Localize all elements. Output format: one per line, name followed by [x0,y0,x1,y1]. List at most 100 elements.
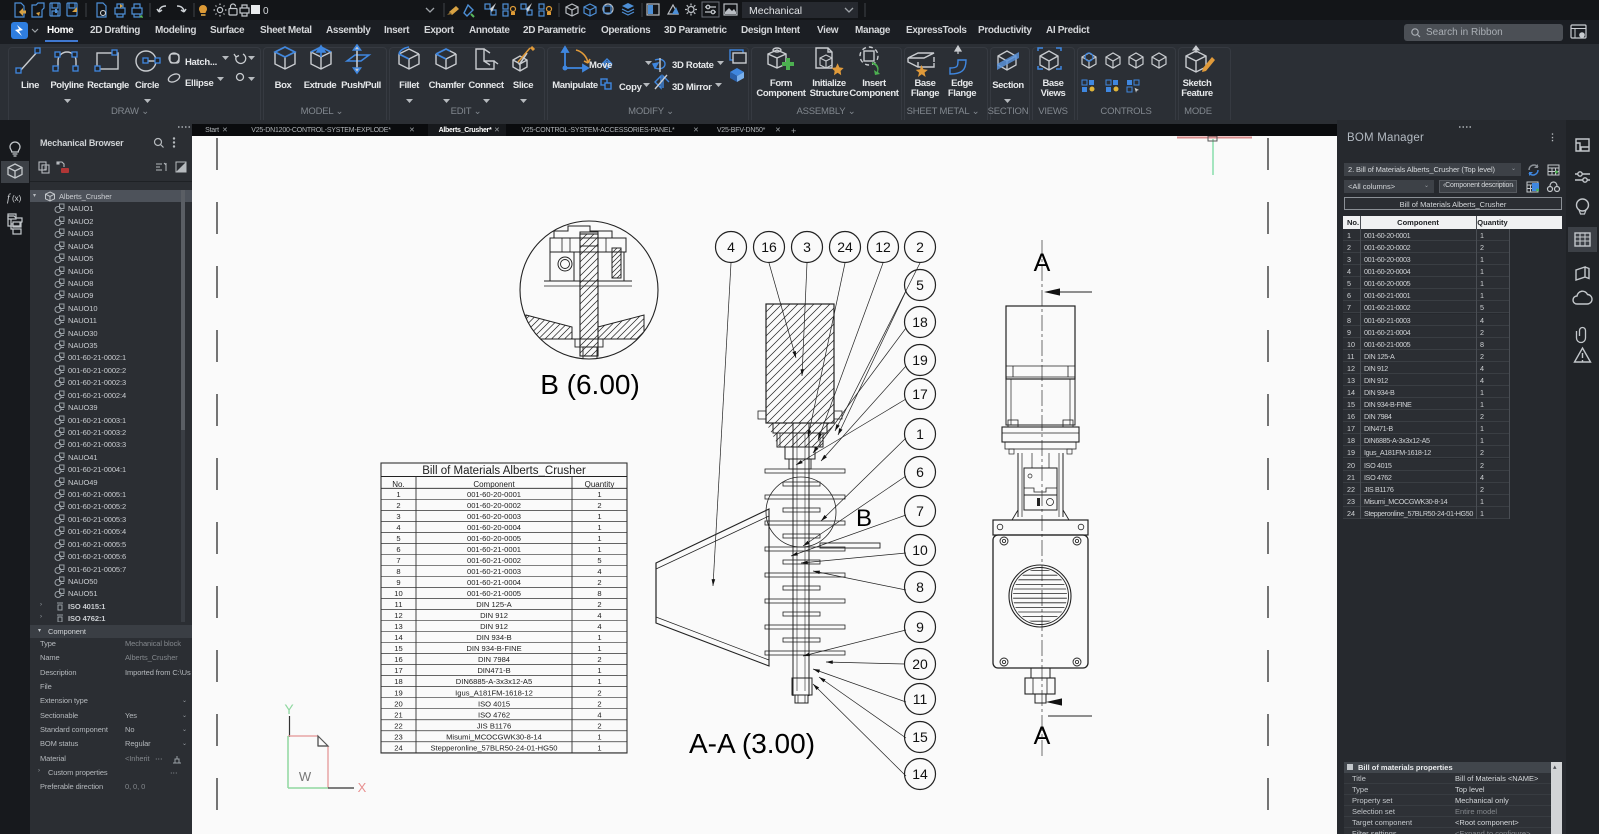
svg-text:Mechanical: Mechanical [749,5,802,17]
svg-text:DIN 912: DIN 912 [480,611,508,620]
svg-text:8: 8 [597,589,601,598]
svg-text:15: 15 [394,644,402,653]
svg-text:13: 13 [394,622,402,631]
svg-text:11: 11 [395,600,403,609]
svg-text:B (6.00): B (6.00) [540,369,640,400]
svg-text:1: 1 [597,743,601,752]
svg-text:10: 10 [394,589,402,598]
svg-text:A: A [1034,249,1051,277]
svg-text:4: 4 [597,611,601,620]
svg-text:1: 1 [597,490,601,499]
svg-text:ISO 4015: ISO 4015 [478,699,510,708]
svg-text:17: 17 [394,666,402,675]
svg-text:11: 11 [913,691,928,707]
svg-text:14: 14 [394,633,402,642]
svg-text:19: 19 [394,688,402,697]
svg-text:Stepperonline_57BLR50-24-01-HG: Stepperonline_57BLR50-24-01-HG50 [430,743,557,752]
svg-text:17: 17 [912,386,928,402]
svg-text:1: 1 [597,677,601,686]
svg-text:0: 0 [263,6,269,17]
svg-text:1: 1 [396,490,400,499]
svg-text:2: 2 [597,721,601,730]
svg-text:8: 8 [916,579,924,595]
svg-text:21: 21 [394,710,402,719]
svg-text:6: 6 [916,464,924,480]
svg-text:1: 1 [916,426,924,442]
svg-text:Quantity: Quantity [585,480,615,489]
svg-text:DIN 125-A: DIN 125-A [476,600,512,609]
svg-text:9: 9 [916,619,924,635]
svg-text:10: 10 [912,542,928,558]
svg-text:12: 12 [394,611,402,620]
svg-text:5: 5 [396,534,400,543]
svg-text:7: 7 [916,503,924,519]
svg-text:X: X [358,780,367,795]
svg-text:7: 7 [396,556,400,565]
svg-text:6: 6 [396,545,400,554]
svg-text:Component: Component [473,480,515,489]
svg-text:1: 1 [597,512,601,521]
svg-text:001-60-20-0001: 001-60-20-0001 [467,490,521,499]
svg-text:No.: No. [392,480,404,489]
svg-text:24: 24 [837,239,853,255]
svg-text:Y: Y [284,701,294,717]
svg-text:1: 1 [597,534,601,543]
svg-text:Igus_A181FM-1618-12: Igus_A181FM-1618-12 [455,688,533,697]
svg-text:2: 2 [396,501,400,510]
svg-text:1: 1 [597,545,601,554]
svg-text:24: 24 [394,743,402,752]
svg-text:001-60-20-0002: 001-60-20-0002 [467,501,521,510]
svg-text:001-60-21-0005: 001-60-21-0005 [467,589,521,598]
svg-text:DIN 7984: DIN 7984 [478,655,510,664]
svg-text:4: 4 [597,622,601,631]
svg-text:A-A (3.00): A-A (3.00) [689,728,815,759]
svg-text:1: 1 [597,644,601,653]
svg-text:2: 2 [597,655,601,664]
svg-text:DIN6885-A-3x3x12-A5: DIN6885-A-3x3x12-A5 [456,677,532,686]
svg-text:5: 5 [916,277,924,293]
svg-text:1: 1 [597,666,601,675]
svg-text:4: 4 [727,239,735,255]
svg-text:1: 1 [597,732,601,741]
svg-text:2: 2 [597,688,601,697]
svg-text:(x): (x) [12,194,22,203]
svg-text:22: 22 [394,721,402,730]
svg-text:JIS B1176: JIS B1176 [477,721,511,730]
svg-text:18: 18 [912,314,928,330]
svg-text:23: 23 [394,732,402,741]
svg-text:DIN 934-B-FINE: DIN 934-B-FINE [466,644,521,653]
svg-text:4: 4 [597,567,601,576]
svg-text:3: 3 [396,512,400,521]
svg-text:16: 16 [761,239,777,255]
svg-text:001-60-21-0003: 001-60-21-0003 [467,567,521,576]
svg-text:4: 4 [597,710,601,719]
svg-text:001-60-20-0005: 001-60-20-0005 [467,534,521,543]
svg-text:15: 15 [912,729,928,745]
svg-text:1: 1 [597,633,601,642]
svg-text:001-60-21-0004: 001-60-21-0004 [467,578,521,587]
svg-text:DIN 934-B: DIN 934-B [476,633,511,642]
svg-text:A: A [1034,722,1051,750]
svg-text:f: f [7,193,11,204]
svg-text:16: 16 [394,655,402,664]
svg-text:5: 5 [597,556,601,565]
svg-text:18: 18 [394,677,402,686]
svg-text:2: 2 [597,501,601,510]
svg-text:2: 2 [916,239,924,255]
svg-text:14: 14 [912,766,928,782]
svg-text:ISO 4762: ISO 4762 [478,710,510,719]
svg-text:8: 8 [396,567,400,576]
svg-text:001-60-21-0002: 001-60-21-0002 [467,556,521,565]
svg-text:4: 4 [396,523,400,532]
svg-text:20: 20 [912,656,928,672]
svg-text:20: 20 [394,699,402,708]
svg-text:DIN471-B: DIN471-B [477,666,510,675]
svg-text:9: 9 [396,578,400,587]
svg-text:W: W [299,769,312,784]
svg-text:3: 3 [803,239,811,255]
svg-text:2: 2 [597,600,601,609]
svg-text:DIN 912: DIN 912 [480,622,508,631]
svg-text:001-60-21-0001: 001-60-21-0001 [467,545,521,554]
svg-text:1: 1 [597,523,601,532]
svg-text:001-60-20-0003: 001-60-20-0003 [467,512,521,521]
